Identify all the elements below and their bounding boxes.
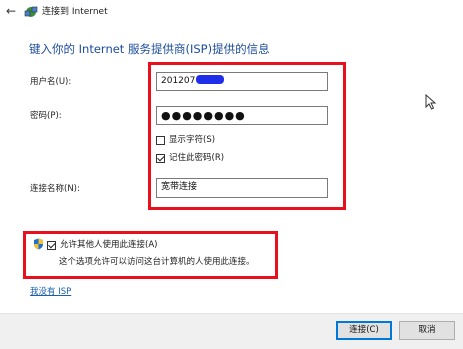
connect-button[interactable]: 连接(C) <box>336 321 392 340</box>
title-bar: ← 连接到 Internet <box>0 0 463 24</box>
mouse-cursor-icon <box>425 94 437 110</box>
cancel-button[interactable]: 取消 <box>399 321 455 340</box>
back-arrow-icon[interactable]: ← <box>6 4 16 18</box>
network-connect-icon <box>24 6 38 17</box>
dialog-footer <box>0 313 463 349</box>
connection-name-label: 连接名称(N): <box>30 184 80 194</box>
username-label: 用户名(U): <box>30 77 72 87</box>
page-heading: 键入你的 Internet 服务提供商(ISP)提供的信息 <box>29 42 270 56</box>
no-isp-link[interactable]: 我没有 ISP <box>30 287 71 298</box>
password-label: 密码(P): <box>30 111 62 121</box>
highlight-box-credentials <box>148 62 346 210</box>
highlight-box-sharing <box>23 231 278 279</box>
window-title: 连接到 Internet <box>42 7 108 17</box>
